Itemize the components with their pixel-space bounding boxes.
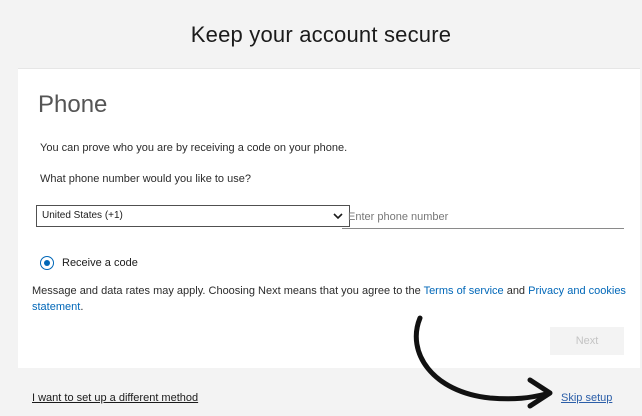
- different-method-link[interactable]: I want to set up a different method: [32, 392, 198, 404]
- curved-arrow-icon: [413, 315, 553, 409]
- terms-of-service-link[interactable]: Terms of service: [424, 285, 504, 297]
- country-code-select[interactable]: United States (+1): [36, 205, 350, 227]
- receive-code-label: Receive a code: [62, 257, 138, 269]
- phone-number-input[interactable]: [342, 205, 624, 229]
- next-button[interactable]: Next: [550, 327, 624, 355]
- country-code-value: United States (+1): [42, 210, 123, 221]
- skip-setup-link[interactable]: Skip setup: [561, 392, 612, 404]
- rates-notice: Message and data rates may apply. Choosi…: [32, 283, 628, 315]
- notice-middle: and: [503, 285, 529, 297]
- receive-code-radio[interactable]: [40, 256, 54, 270]
- page-title: Keep your account secure: [190, 22, 452, 47]
- question-text: What phone number would you like to use?: [40, 173, 251, 185]
- page: Keep your account secure Phone You can p…: [0, 0, 642, 416]
- notice-prefix: Message and data rates may apply. Choosi…: [32, 285, 424, 297]
- intro-text: You can prove who you are by receiving a…: [40, 142, 348, 154]
- notice-suffix: .: [80, 301, 84, 313]
- section-title: Phone: [38, 91, 108, 118]
